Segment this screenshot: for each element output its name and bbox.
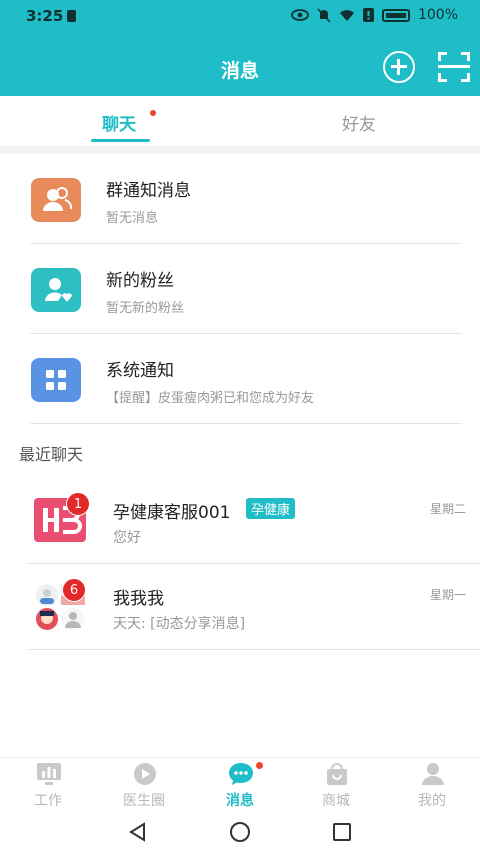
chat-time: 星期二: [429, 502, 466, 516]
message-bubble-icon: [229, 763, 253, 785]
row-divider: [28, 649, 480, 650]
alert-icon: [362, 8, 374, 22]
follower-heart-icon: [31, 268, 81, 312]
app-header: 消息: [0, 34, 480, 96]
chat-row[interactable]: 1 孕健康客服001 孕健康 您好 星期二: [0, 478, 480, 564]
tab-friends[interactable]: 好友: [342, 110, 376, 135]
bottom-nav: 工作 医生圈 消息 商城 我的: [0, 757, 480, 812]
notification-row-system[interactable]: 系统通知 【提醒】皮蛋瘦肉粥已和您成为好友: [0, 334, 480, 424]
scan-button[interactable]: [438, 52, 470, 82]
nav-item-messages[interactable]: 消息: [192, 758, 288, 813]
row-divider: [30, 423, 462, 424]
unread-badge: 6: [62, 578, 86, 602]
nav-label: 医生圈: [123, 793, 165, 809]
grid-apps-icon: [31, 358, 81, 402]
battery-level: 100%: [417, 7, 458, 23]
tab-chat[interactable]: 聊天: [102, 110, 136, 135]
notification-row-group[interactable]: 群通知消息 暂无消息: [0, 154, 480, 244]
notification-row-followers[interactable]: 新的粉丝 暂无新的粉丝: [0, 244, 480, 334]
nav-item-profile[interactable]: 我的: [384, 758, 480, 813]
chat-tabs: 聊天 好友: [0, 96, 480, 146]
chat-name: 我我我: [113, 589, 164, 609]
doctor-circle-icon: [134, 763, 156, 785]
work-chart-icon: [37, 763, 61, 785]
unread-badge: 1: [66, 492, 90, 516]
add-button[interactable]: [383, 51, 415, 83]
chat-preview: 天天: [动态分享消息]: [113, 616, 246, 632]
notification-subtitle: 暂无新的粉丝: [106, 301, 185, 316]
status-bar: 3:25 100%: [0, 0, 480, 34]
chat-preview: 您好: [113, 530, 141, 546]
notification-subtitle: 暂无消息: [106, 211, 159, 226]
unread-dot: [256, 762, 263, 769]
nav-label: 消息: [226, 793, 254, 809]
unread-dot: [150, 110, 156, 116]
chat-name: 孕健康客服001: [113, 503, 231, 523]
notification-subtitle: 【提醒】皮蛋瘦肉粥已和您成为好友: [106, 391, 315, 406]
nav-label: 商城: [322, 793, 350, 809]
recents-icon[interactable]: [332, 822, 352, 842]
shop-bag-icon: [327, 763, 347, 785]
back-icon[interactable]: [128, 822, 148, 842]
divider: [0, 146, 480, 154]
nav-label: 工作: [34, 793, 62, 809]
chat-row[interactable]: 6 我我我 天天: [动态分享消息] 星期一: [0, 564, 480, 650]
nav-label: 我的: [418, 793, 446, 809]
notification-title: 群通知消息: [106, 181, 191, 201]
notification-title: 新的粉丝: [106, 271, 174, 291]
group-users-icon: [31, 178, 81, 222]
chat-time: 星期一: [429, 588, 466, 602]
nav-item-doctor-circle[interactable]: 医生圈: [96, 758, 192, 813]
profile-icon: [422, 763, 444, 785]
eye-icon: [291, 9, 309, 21]
wifi-icon: [339, 9, 354, 21]
status-icons: 100%: [291, 7, 458, 23]
mute-bell-icon: [317, 7, 331, 23]
nav-item-work[interactable]: 工作: [0, 758, 96, 813]
home-icon[interactable]: [229, 821, 251, 843]
battery-icon: [381, 8, 410, 22]
active-tab-indicator: [91, 139, 150, 142]
recent-chats-heading: 最近聊天: [19, 445, 84, 464]
chat-tag: 孕健康: [246, 498, 296, 519]
status-time: 3:25: [26, 7, 64, 25]
notification-title: 系统通知: [106, 361, 174, 381]
nav-item-shop[interactable]: 商城: [288, 758, 384, 813]
sim-card-icon: [67, 10, 76, 22]
system-nav-bar: [0, 812, 480, 853]
